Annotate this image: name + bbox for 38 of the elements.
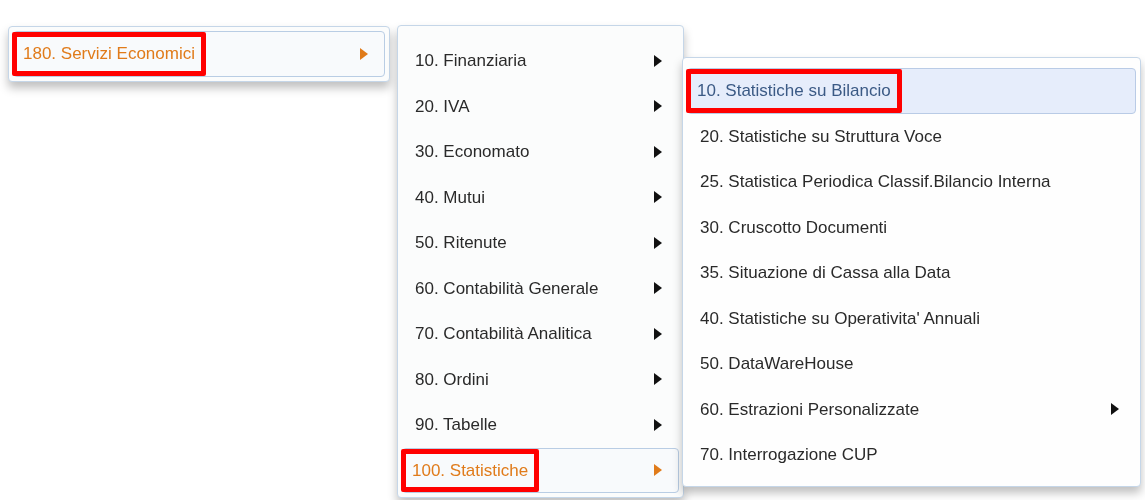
menu-item-label: 60. Contabilità Generale [415, 277, 599, 300]
menu-item-label: 80. Ordini [415, 368, 489, 391]
menu-item[interactable]: 70. Contabilità Analitica [402, 311, 679, 357]
menu-item-label: 100. Statistiche [401, 448, 540, 492]
menu-item[interactable]: 50. DataWareHouse [687, 341, 1136, 387]
menu-item-label: 50. DataWareHouse [700, 353, 854, 375]
menu-item-label: 50. Ritenute [415, 232, 507, 254]
menu-item-label: 10. Statistiche su Bilancio [686, 69, 902, 113]
menu-item[interactable]: 35. Situazione di Cassa alla Data [687, 250, 1136, 296]
menu-item[interactable]: 20. IVA [402, 83, 679, 129]
menu-item-label: 25. Statistica Periodica Classif.Bilancio Interna [700, 171, 1051, 193]
menu-item[interactable]: 20. Statistiche su Struttura Voce [687, 113, 1136, 159]
menu-item-label: 30. Economato [415, 141, 530, 163]
menu-item-label: 10. Finanziaria [415, 50, 527, 72]
menu-item[interactable]: 70. Interrogazione CUP [687, 432, 1136, 478]
menu-item-label: 60. Estrazioni Personalizzate [700, 398, 920, 421]
menu-item[interactable]: 50. Ritenute [402, 220, 679, 266]
menu-item[interactable]: 60. Contabilità Generale [402, 265, 679, 311]
menu-item[interactable]: 60. Estrazioni Personalizzate [687, 386, 1136, 432]
menu-item[interactable]: 80. Ordini [402, 356, 679, 402]
menu-item-label: 40. Statistiche su Operativita' Annuali [700, 307, 981, 330]
menu-item-label: 30. Cruscotto Documenti [700, 216, 888, 239]
menu-item-label: 35. Situazione di Cassa alla Data [700, 262, 951, 284]
menu-item-label: 70. Contabilità Analitica [415, 323, 592, 345]
menu-item-label: 90. Tabelle [415, 414, 497, 436]
menu-item[interactable]: 10. Statistiche su Bilancio [687, 68, 1136, 114]
menu-item-label: 40. Mutui [415, 186, 485, 209]
menu-item[interactable]: 40. Mutui [402, 174, 679, 220]
menu-item[interactable]: 30. Economato [402, 129, 679, 175]
menu-item-label: 180. Servizi Economici [12, 32, 206, 76]
menu-item[interactable]: 10. Finanziaria [402, 38, 679, 84]
menu-item-label: 70. Interrogazione CUP [700, 444, 878, 466]
menu-item-label: 20. IVA [415, 95, 470, 118]
menu-item[interactable]: 25. Statistica Periodica Classif.Bilancio Interna [687, 159, 1136, 205]
menu-item[interactable]: 30. Cruscotto Documenti [687, 204, 1136, 250]
menu-item-label: 20. Statistiche su Struttura Voce [700, 125, 942, 148]
menu-item[interactable]: 40. Statistiche su Operativita' Annuali [687, 295, 1136, 341]
menu-item[interactable]: 90. Tabelle [402, 402, 679, 448]
